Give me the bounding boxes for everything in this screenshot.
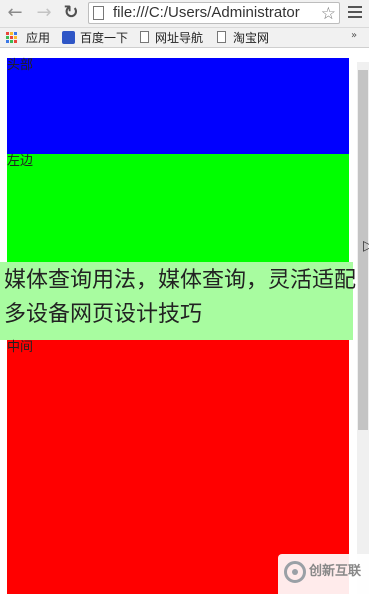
menu-icon[interactable] (348, 3, 362, 23)
vertical-scrollbar[interactable] (357, 62, 369, 594)
left-block: 左边 (7, 154, 349, 262)
page-icon (93, 6, 104, 20)
page-viewport: 头部 左边 中间 媒体查询用法，媒体查询，灵活适配多设备网页设计技巧 ▷ 创新互… (0, 48, 369, 594)
watermark-logo: 创新互联 (278, 554, 369, 594)
apps-grid-icon[interactable] (6, 32, 18, 44)
mouse-cursor-icon: ▷ (363, 238, 369, 254)
bookmark-taobao[interactable]: 淘宝网 (233, 29, 269, 47)
baidu-paw-icon (62, 31, 75, 44)
bookmarks-more-icon[interactable]: » (351, 30, 357, 41)
bookmark-url-nav[interactable]: 网址导航 (155, 29, 203, 47)
page-icon (140, 31, 149, 43)
browser-toolbar: ← → ↻ file:///C:/Users/Administrator ☆ (0, 0, 369, 28)
reload-icon[interactable]: ↻ (60, 2, 82, 24)
address-bar[interactable]: file:///C:/Users/Administrator ☆ (88, 2, 340, 24)
header-block: 头部 (7, 58, 349, 154)
left-label: 左边 (7, 154, 34, 169)
forward-arrow-icon[interactable]: → (33, 2, 55, 24)
bookmark-baidu[interactable]: 百度一下 (80, 29, 128, 47)
bookmarks-bar: 应用 百度一下 网址导航 淘宝网 » (0, 28, 369, 48)
header-label: 头部 (7, 58, 34, 73)
watermark-text: 创新互联 (309, 564, 362, 579)
bookmark-star-icon[interactable]: ☆ (318, 4, 336, 23)
watermark-logo-icon (284, 561, 306, 583)
back-arrow-icon[interactable]: ← (4, 2, 26, 24)
page-icon (217, 31, 226, 43)
overlay-title: 媒体查询用法，媒体查询，灵活适配多设备网页设计技巧 (4, 268, 357, 327)
middle-label: 中间 (7, 340, 34, 355)
address-url[interactable]: file:///C:/Users/Administrator (113, 3, 300, 23)
bookmark-apps[interactable]: 应用 (26, 29, 50, 47)
